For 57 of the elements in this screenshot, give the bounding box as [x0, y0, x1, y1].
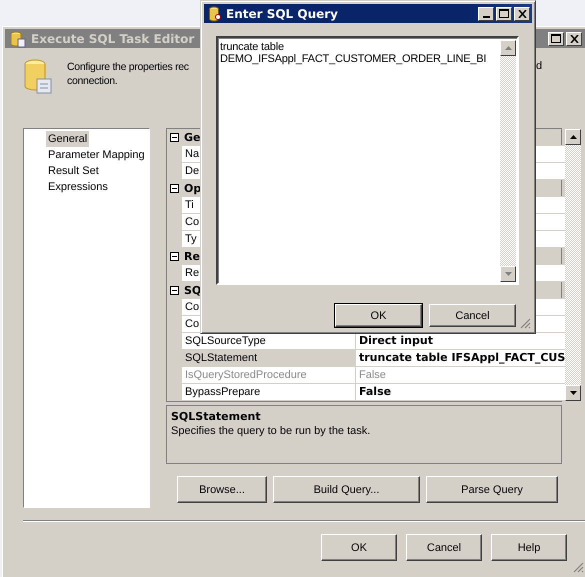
collapse-icon[interactable]	[170, 252, 179, 260]
description-text: Configure the properties rec	[67, 60, 189, 74]
query-text-area[interactable]: truncate table DEMO_IFSAppl_FACT_CUSTOMER_ORDER_LINE_BI	[216, 36, 519, 285]
description-text: connection.	[67, 74, 118, 88]
dialog-title: Enter SQL Query	[226, 6, 338, 20]
up-arrow-icon	[570, 135, 577, 139]
property-name[interactable]: SQLSourceType	[182, 333, 356, 350]
description-text: d	[536, 60, 542, 72]
page-list-item[interactable]: Expressions	[46, 179, 110, 195]
dialog-button[interactable]: OK	[321, 534, 397, 561]
property-value[interactable]: truncate table IFSAppl_FACT_CUS	[356, 350, 566, 367]
query-button[interactable]: Browse...	[177, 476, 267, 503]
resize-grip-icon[interactable]	[572, 561, 584, 573]
scroll-down-button[interactable]	[565, 385, 582, 401]
database-icon	[208, 6, 222, 22]
maximize-icon	[551, 34, 561, 43]
property-value[interactable]: False	[356, 384, 566, 401]
property-value[interactable]: Direct input	[356, 333, 566, 350]
help-title: SQLStatement	[171, 409, 262, 424]
scroll-up-button[interactable]	[565, 129, 582, 145]
category-label: Ge	[184, 130, 200, 144]
dialog-button[interactable]: Cancel	[429, 304, 516, 327]
query-text-line: DEMO_IFSAppl_FACT_CUSTOMER_ORDER_LINE_BI	[220, 53, 488, 65]
property-name[interactable]: BypassPrepare	[182, 384, 356, 401]
scroll-down-button[interactable]	[500, 266, 516, 282]
query-button[interactable]: Parse Query	[426, 476, 558, 503]
collapse-icon[interactable]	[170, 132, 179, 142]
minimize-button[interactable]	[478, 6, 494, 20]
scrollbar[interactable]	[500, 40, 516, 282]
database-icon	[9, 30, 27, 48]
collapse-icon[interactable]	[170, 286, 179, 294]
down-arrow-icon	[570, 391, 577, 395]
window-title: Execute SQL Task Editor	[31, 32, 194, 46]
page-list-item[interactable]: General	[46, 131, 90, 147]
page-list-item[interactable]: Result Set	[46, 163, 101, 179]
category-label: SQ	[184, 284, 202, 296]
maximize-icon	[499, 9, 509, 18]
scroll-up-button[interactable]	[500, 40, 516, 56]
category-label: Op	[184, 182, 202, 194]
resize-grip-icon[interactable]	[519, 317, 531, 329]
query-text-line: truncate table	[220, 41, 285, 53]
dialog-button[interactable]: Help	[491, 534, 567, 561]
dialog-button[interactable]: OK	[335, 304, 422, 327]
close-icon	[570, 34, 578, 42]
page-list-item[interactable]: Parameter Mapping	[46, 147, 147, 163]
query-button[interactable]: Build Query...	[273, 476, 420, 503]
minimize-icon	[482, 16, 490, 18]
down-arrow-icon	[504, 272, 512, 276]
up-arrow-icon	[504, 46, 512, 50]
close-icon	[518, 10, 526, 18]
maximize-button[interactable]	[496, 6, 512, 20]
help-text: Specifies the query to be run by the task.	[171, 424, 372, 439]
dialog-button[interactable]: Cancel	[406, 534, 482, 561]
category-label: Re	[184, 250, 200, 262]
close-button[interactable]	[514, 6, 530, 20]
scrollbar[interactable]	[565, 129, 582, 401]
collapse-icon[interactable]	[170, 184, 179, 192]
